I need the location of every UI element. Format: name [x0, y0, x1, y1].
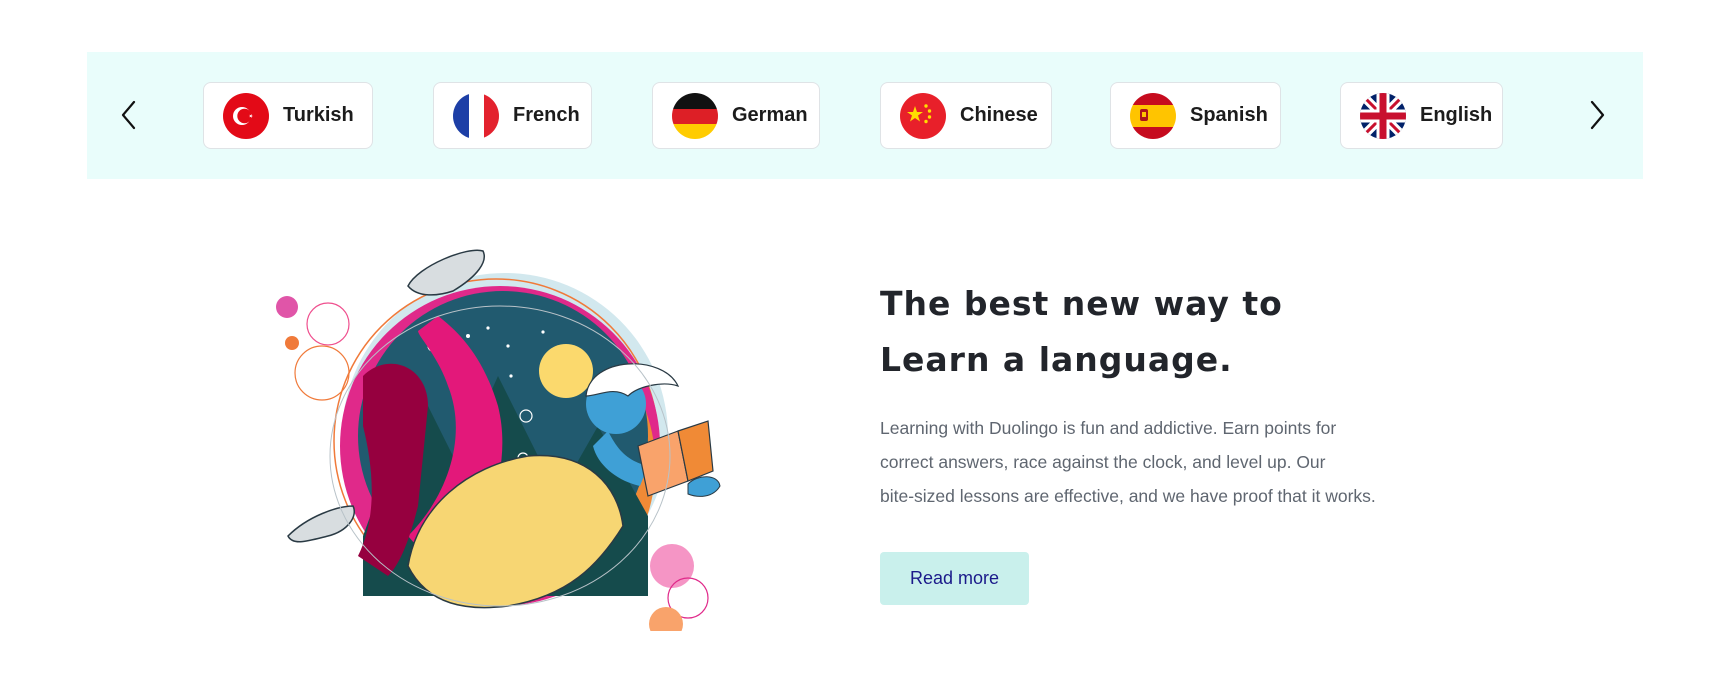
hero-description: Learning with Duolingo is fun and addict…	[880, 411, 1420, 513]
hero-title: The best new way to Learn a language.	[880, 276, 1440, 388]
france-flag-icon	[453, 92, 499, 139]
spain-flag-icon	[1130, 92, 1176, 139]
language-card-chinese[interactable]: Chinese	[880, 82, 1052, 149]
language-label: Spanish	[1190, 104, 1268, 126]
language-card-turkish[interactable]: Turkish	[203, 82, 373, 149]
hero-title-line-2: Learn a language.	[880, 340, 1233, 379]
language-card-english[interactable]: English	[1340, 82, 1503, 149]
language-carousel: Turkish French German Chinese Spanish En…	[87, 52, 1643, 179]
language-card-spanish[interactable]: Spanish	[1110, 82, 1281, 149]
language-label: Turkish	[283, 104, 354, 126]
chevron-right-icon	[1590, 100, 1605, 130]
language-label: German	[732, 104, 808, 126]
reading-person-illustration	[276, 249, 721, 631]
language-label: Chinese	[960, 104, 1038, 126]
turkey-flag-icon	[223, 92, 269, 139]
hero-title-line-1: The best new way to	[880, 284, 1283, 323]
language-card-french[interactable]: French	[433, 82, 592, 149]
read-more-button[interactable]: Read more	[880, 552, 1029, 605]
hero-illustration	[268, 236, 738, 631]
carousel-next-button[interactable]	[1579, 97, 1615, 133]
hero-description-line-1: Learning with Duolingo is fun and addict…	[880, 418, 1337, 438]
hero-description-line-2: correct answers, race against the clock,…	[880, 452, 1326, 472]
language-label: French	[513, 104, 580, 126]
germany-flag-icon	[672, 92, 718, 139]
chevron-left-icon	[121, 100, 136, 130]
language-label: English	[1420, 104, 1493, 126]
china-flag-icon	[900, 92, 946, 139]
hero-description-line-3: bite-sized lessons are effective, and we…	[880, 486, 1376, 506]
carousel-prev-button[interactable]	[111, 97, 147, 133]
language-card-german[interactable]: German	[652, 82, 820, 149]
uk-flag-icon	[1360, 92, 1406, 139]
page: Turkish French German Chinese Spanish En…	[0, 0, 1730, 689]
